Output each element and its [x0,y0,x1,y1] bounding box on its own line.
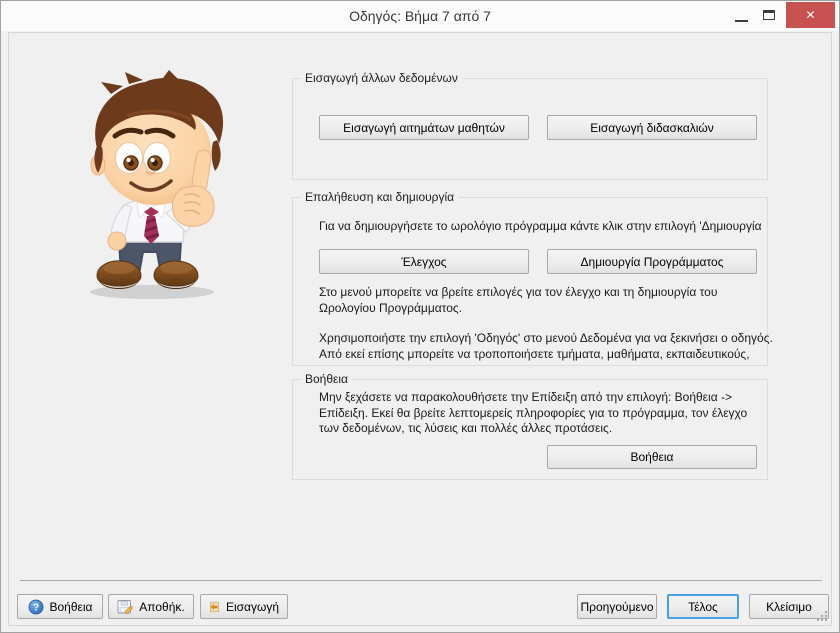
help-paragraph: Μην ξεχάσετε να παρακολουθήσετε την Επίδ… [319,390,769,437]
maximize-button[interactable] [754,1,784,29]
footer-separator [20,580,822,581]
window-title: Οδηγός: Βήμα 7 από 7 [1,1,839,31]
maximize-icon [763,10,775,20]
previous-button[interactable]: Προηγούμενο [577,594,657,619]
mascot-illustration [67,70,272,305]
footer-import-button[interactable]: Εισαγωγή [200,594,288,619]
verify-paragraph-2: Χρησιμοποιήστε την επιλογή 'Οδηγός' στο … [319,331,783,362]
close-button[interactable]: ✕ [786,2,835,28]
verify-instruction-text: Για να δημιουργήσετε το ωρολόγιο πρόγραμ… [319,219,771,235]
close-icon: ✕ [805,8,815,22]
check-button[interactable]: Έλεγχος [319,249,529,274]
svg-text:?: ? [32,602,38,613]
help-icon: ? [28,599,44,615]
footer-save-button[interactable]: Αποθήκ. [108,594,194,619]
main-panel: Εισαγωγή άλλων δεδομένων Εισαγωγή αιτημά… [8,32,832,626]
resize-grip[interactable] [817,611,827,621]
group-import-title: Εισαγωγή άλλων δεδομένων [301,71,462,85]
verify-paragraph-1: Στο μενού μπορείτε να βρείτε επιλογές γι… [319,285,777,316]
footer-help-button[interactable]: ? Βοήθεια [17,594,103,619]
titlebar: Οδηγός: Βήμα 7 από 7 ✕ [1,1,839,31]
import-student-requests-button[interactable]: Εισαγωγή αιτημάτων μαθητών [319,115,529,140]
group-verify-title: Επαλήθευση και δημιουργία [301,190,458,204]
minimize-icon [735,20,748,23]
finish-button[interactable]: Τέλος [667,594,739,619]
import-teachings-button[interactable]: Εισαγωγή διδασκαλιών [547,115,757,140]
group-help-title: Βοήθεια [301,372,352,386]
wizard-dialog: Οδηγός: Βήμα 7 από 7 ✕ [0,0,840,633]
minimize-button[interactable] [726,1,756,29]
import-icon [209,599,220,615]
save-icon [117,599,133,615]
help-group-button[interactable]: Βοήθεια [547,445,757,469]
create-schedule-button[interactable]: Δημιουργία Προγράμματος [547,249,757,274]
